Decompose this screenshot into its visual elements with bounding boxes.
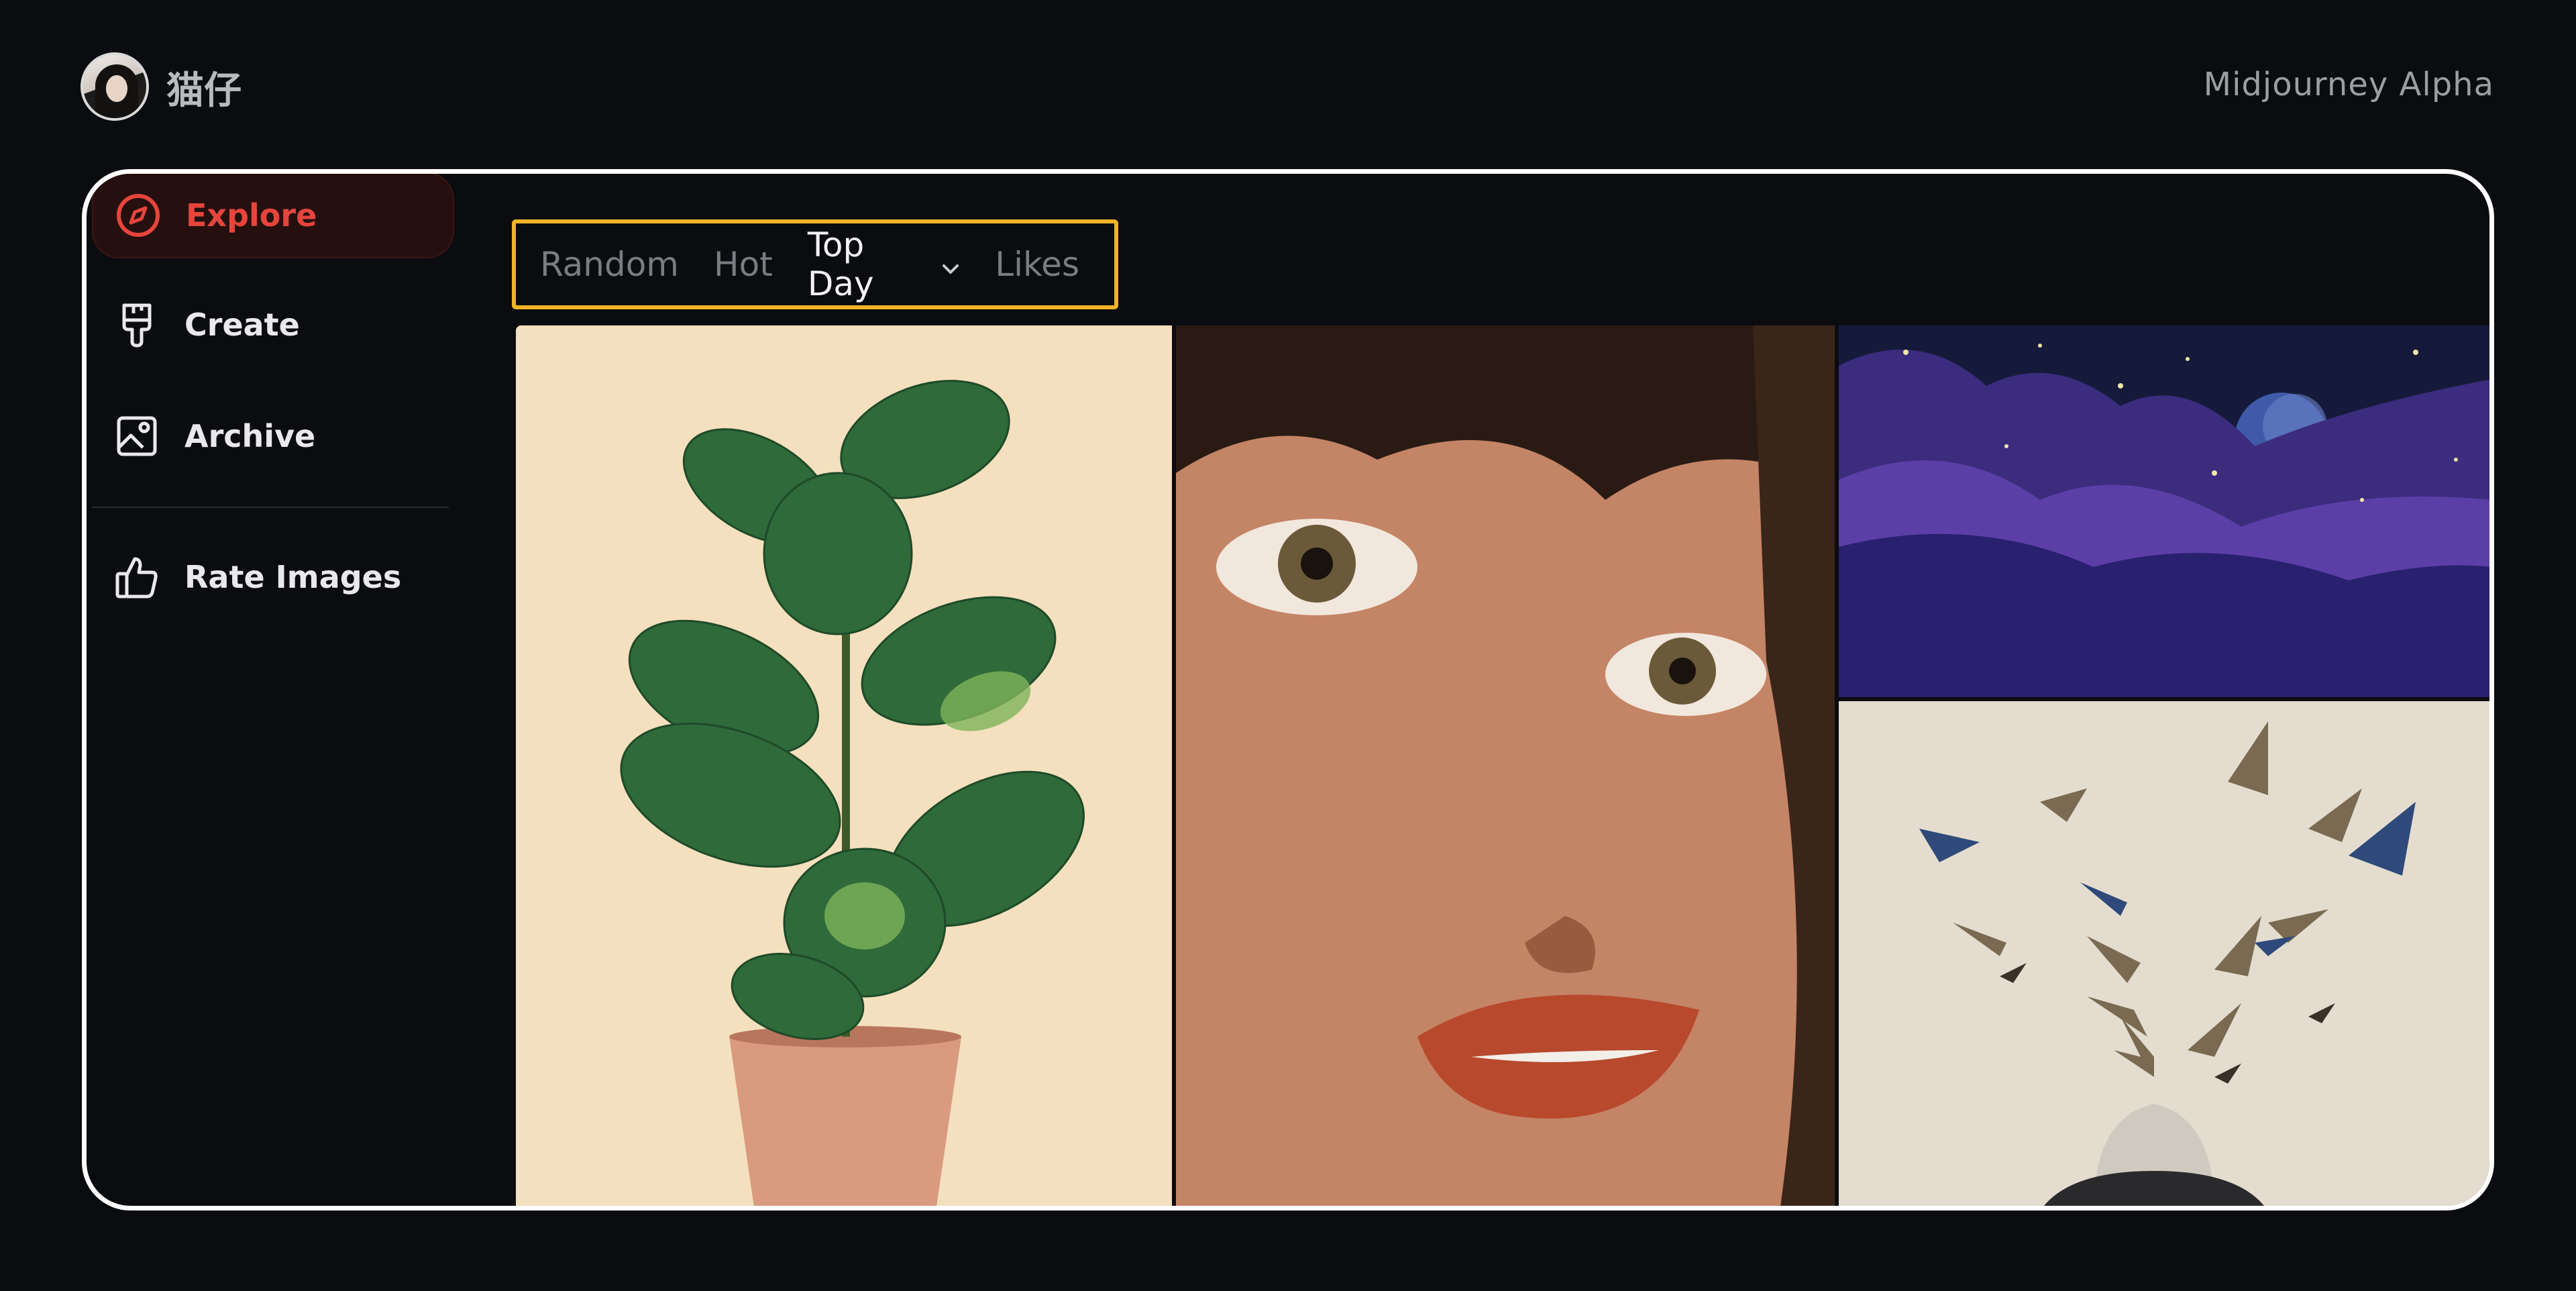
sidebar-item-archive[interactable]: Archive bbox=[92, 393, 454, 479]
thumbs-up-icon bbox=[113, 554, 160, 601]
username[interactable]: 猫仔 bbox=[166, 60, 241, 115]
paintbrush-icon bbox=[113, 301, 160, 348]
sidebar-item-label: Archive bbox=[184, 418, 316, 454]
tab-likes[interactable]: Likes bbox=[995, 245, 1079, 284]
image-icon bbox=[113, 413, 160, 460]
gallery-image-plant[interactable] bbox=[516, 325, 1172, 1206]
tab-random[interactable]: Random bbox=[540, 245, 679, 284]
sidebar-item-explore[interactable]: Explore bbox=[92, 174, 454, 258]
top-bar: 猫仔 Midjourney Alpha bbox=[0, 0, 2576, 168]
gallery-image-night-sky[interactable] bbox=[1839, 325, 2489, 697]
main-frame: Explore Create Archive Rate Images Rando… bbox=[82, 169, 2494, 1210]
brand-title: Midjourney Alpha bbox=[2203, 66, 2494, 103]
sidebar-item-create[interactable]: Create bbox=[92, 282, 454, 368]
sidebar-item-rate-images[interactable]: Rate Images bbox=[92, 534, 454, 620]
sidebar: Explore Create Archive Rate Images bbox=[87, 174, 454, 1206]
gallery-image-birds[interactable] bbox=[1839, 701, 2489, 1206]
avatar[interactable] bbox=[80, 52, 149, 121]
gallery-image-portrait[interactable] bbox=[1176, 325, 1835, 1206]
sidebar-divider bbox=[92, 507, 449, 508]
tab-top-day-label: Top Day bbox=[807, 225, 874, 303]
sidebar-item-label: Rate Images bbox=[184, 559, 402, 595]
sort-tabs: Random Hot Top Day Likes bbox=[512, 219, 1118, 309]
sidebar-item-label: Create bbox=[184, 307, 300, 343]
chevron-down-icon bbox=[941, 245, 960, 284]
sidebar-item-label: Explore bbox=[186, 197, 317, 234]
compass-icon bbox=[115, 192, 162, 239]
tab-hot[interactable]: Hot bbox=[714, 245, 773, 284]
tab-top-day[interactable]: Top Day bbox=[808, 225, 960, 303]
